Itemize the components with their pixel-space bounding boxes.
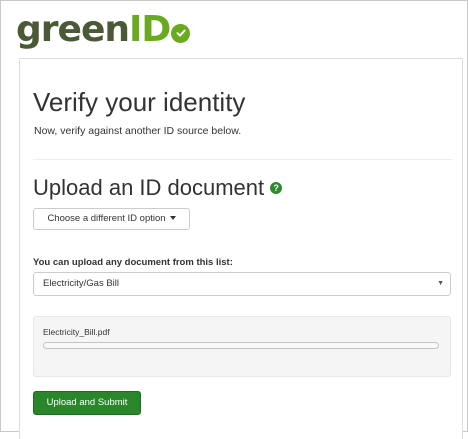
upload-progress-bar [43, 342, 439, 349]
logo-text-id: ID [128, 9, 171, 50]
document-type-select[interactable]: Electricity/Gas Bill ▼ [33, 272, 451, 296]
greenid-logo: green ID [16, 9, 191, 50]
caret-down-icon [169, 216, 176, 221]
upload-and-submit-button[interactable]: Upload and Submit [33, 391, 141, 415]
logo-check-icon [171, 23, 191, 43]
question-circle-icon[interactable]: ? [270, 181, 283, 194]
upload-section-title: Upload an ID document? [33, 175, 283, 201]
section-divider [33, 159, 453, 160]
file-upload-area: Electricity_Bill.pdf [33, 316, 451, 377]
select-arrow-icon: ▼ [437, 280, 444, 287]
verification-panel: Verify your identity Now, verify against… [19, 58, 463, 439]
upload-section-title-text: Upload an ID document [33, 175, 265, 200]
logo-text-green: green [16, 9, 130, 50]
choose-id-option-button[interactable]: Choose a different ID option [33, 208, 190, 230]
document-list-label: You can upload any document from this li… [33, 257, 233, 268]
choose-id-option-label: Choose a different ID option [47, 213, 166, 224]
uploaded-file-name: Electricity_Bill.pdf [43, 327, 110, 337]
page-subtitle: Now, verify against another ID source be… [34, 125, 242, 137]
document-type-selected-value: Electricity/Gas Bill [43, 278, 120, 289]
page-title: Verify your identity [33, 87, 246, 117]
